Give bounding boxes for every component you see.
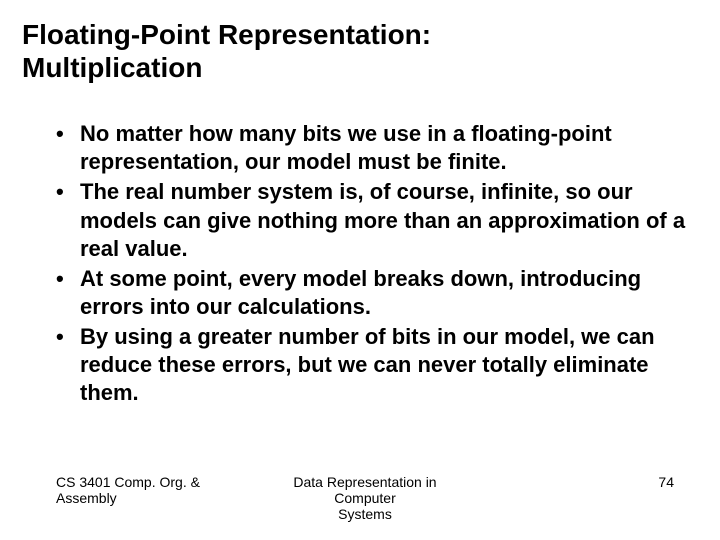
bullet-item: By using a greater number of bits in our…: [52, 323, 698, 407]
footer-center-line-1: Data Representation in Computer: [262, 474, 468, 506]
title-line-1: Floating-Point Representation:: [22, 18, 698, 51]
bullet-item: At some point, every model breaks down, …: [52, 265, 698, 321]
bullet-item: The real number system is, of course, in…: [52, 178, 698, 262]
footer-right: 74: [468, 474, 720, 490]
slide: Floating-Point Representation: Multiplic…: [0, 0, 720, 540]
footer-center: Data Representation in Computer Systems: [262, 474, 468, 522]
slide-content: No matter how many bits we use in a floa…: [22, 120, 698, 408]
title-line-2: Multiplication: [22, 51, 698, 84]
slide-footer: CS 3401 Comp. Org. & Assembly Data Repre…: [0, 474, 720, 522]
footer-left: CS 3401 Comp. Org. & Assembly: [0, 474, 262, 506]
bullet-list: No matter how many bits we use in a floa…: [52, 120, 698, 408]
footer-center-line-2: Systems: [262, 506, 468, 522]
slide-title: Floating-Point Representation: Multiplic…: [22, 18, 698, 84]
bullet-item: No matter how many bits we use in a floa…: [52, 120, 698, 176]
